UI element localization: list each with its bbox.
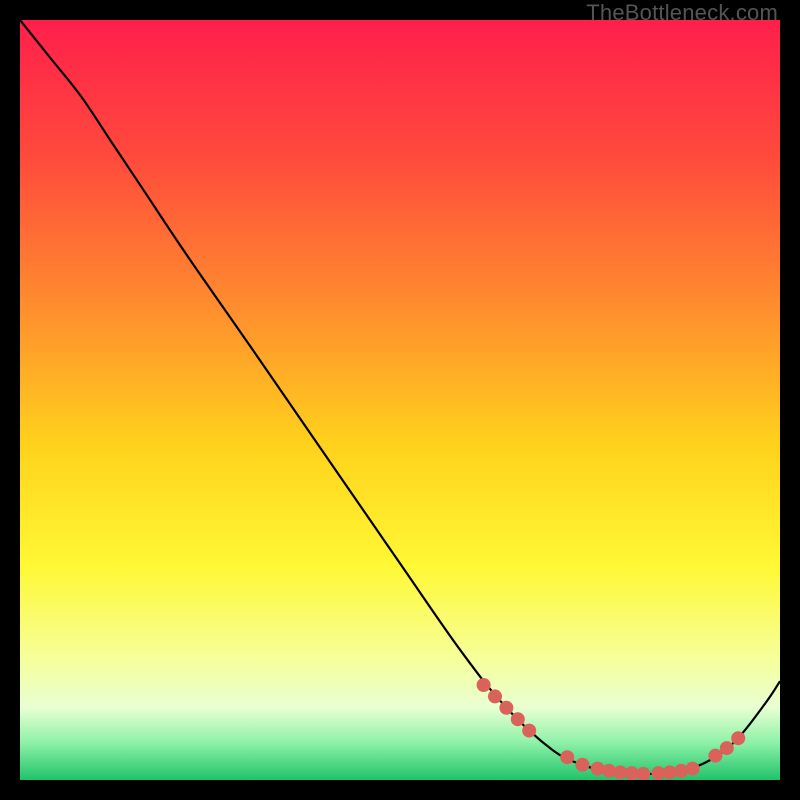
marker-dot xyxy=(511,712,525,726)
chart-background xyxy=(20,20,780,780)
marker-dot xyxy=(522,724,536,738)
marker-dot xyxy=(499,701,513,715)
marker-dot xyxy=(731,731,745,745)
marker-dot xyxy=(488,689,502,703)
marker-dot xyxy=(686,762,700,776)
marker-dot xyxy=(720,741,734,755)
marker-dot xyxy=(477,678,491,692)
marker-dot xyxy=(560,750,574,764)
watermark-text: TheBottleneck.com xyxy=(586,0,778,26)
marker-dot xyxy=(708,749,722,763)
bottleneck-chart xyxy=(20,20,780,780)
marker-dot xyxy=(575,758,589,772)
